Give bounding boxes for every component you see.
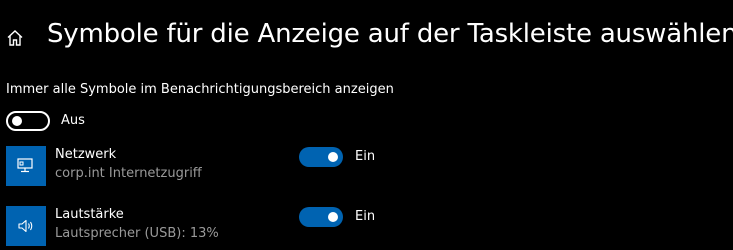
home-icon: [7, 30, 23, 46]
volume-app-name: Lautstärke: [55, 207, 124, 222]
settings-page: Symbole für die Anzeige auf der Taskleis…: [0, 0, 733, 250]
volume-toggle[interactable]: [299, 207, 343, 227]
toggle-knob: [328, 152, 338, 162]
network-app-subtitle: corp.int Internetzugriff: [55, 166, 202, 181]
volume-icon: [18, 219, 33, 233]
network-icon: [17, 158, 33, 173]
network-app-icon-tile: [6, 146, 46, 186]
network-toggle[interactable]: [299, 147, 343, 167]
volume-app-icon-tile: [6, 206, 46, 246]
network-app-name: Netzwerk: [55, 147, 117, 162]
always-show-label: Immer alle Symbole im Benachrichtigungsb…: [6, 82, 394, 97]
home-button[interactable]: [4, 27, 26, 49]
toggle-knob: [328, 212, 338, 222]
page-title: Symbole für die Anzeige auf der Taskleis…: [47, 19, 733, 49]
always-show-toggle[interactable]: [6, 111, 50, 131]
toggle-knob: [12, 116, 22, 126]
always-show-state: Aus: [61, 113, 85, 128]
network-toggle-state: Ein: [355, 149, 376, 164]
volume-app-subtitle: Lautsprecher (USB): 13%: [55, 226, 219, 241]
volume-toggle-state: Ein: [355, 209, 376, 224]
